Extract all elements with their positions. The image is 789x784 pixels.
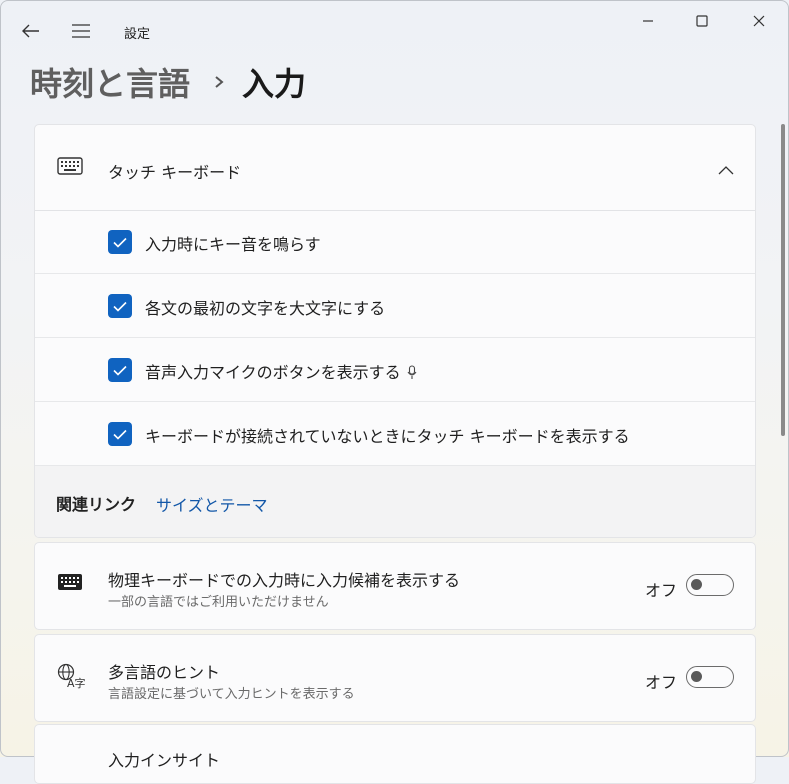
setting-title: 物理キーボードでの入力時に入力候補を表示する (108, 571, 461, 590)
size-and-theme-link[interactable]: サイズとテーマ (156, 492, 268, 516)
keyboard-icon (57, 573, 83, 595)
option-row[interactable]: 音声入力マイクのボタンを表示する (35, 338, 755, 402)
multilingual-toggle[interactable] (686, 666, 734, 688)
page-title: 入力 (242, 65, 307, 103)
touch-keyboard-title: タッチ キーボード (108, 163, 242, 182)
app-title: 設定 (124, 27, 151, 42)
setting-card-text-suggestions: 物理キーボードでの入力時に入力候補を表示する 一部の言語ではご利用いただけません… (34, 542, 756, 630)
hamburger-menu-icon (72, 23, 90, 42)
toggle-knob (691, 579, 702, 590)
related-links: 関連リンク サイズとテーマ (35, 466, 755, 537)
breadcrumb: 時刻と言語 入力 (30, 60, 306, 104)
setting-title: 入力インサイト (108, 751, 221, 770)
minimize-icon (642, 12, 654, 31)
toggle-state-label: オフ (645, 673, 678, 692)
minimize-button[interactable] (620, 6, 676, 36)
option-label: 入力時にキー音を鳴らす (145, 235, 321, 254)
option-row[interactable]: 入力時にキー音を鳴らす (35, 210, 755, 274)
maximize-button[interactable] (676, 6, 728, 36)
option-row[interactable]: 各文の最初の文字を大文字にする (35, 274, 755, 338)
title-bar: 設定 (0, 0, 789, 48)
close-icon (753, 12, 765, 31)
maximize-icon (696, 12, 708, 31)
related-links-title: 関連リンク (56, 495, 137, 514)
touch-keyboard-expander: タッチ キーボード 入力時にキー音を鳴らす 各文の最初の文字を大文字にする 音声… (34, 124, 756, 538)
checkbox-voice-mic[interactable] (108, 358, 132, 382)
toggle-state-label: オフ (645, 581, 678, 600)
checkbox-show-when-no-keyboard[interactable] (108, 422, 132, 446)
back-arrow-icon (22, 23, 40, 42)
setting-subtitle: 一部の言語ではご利用いただけません (108, 595, 329, 610)
chevron-up-icon[interactable] (718, 161, 734, 180)
toggle-knob (691, 671, 702, 682)
checkbox-key-sound[interactable] (108, 230, 132, 254)
setting-title: 多言語のヒント (108, 663, 221, 682)
setting-subtitle: 言語設定に基づいて入力ヒントを表示する (108, 687, 355, 702)
option-label: 音声入力マイクのボタンを表示する (145, 359, 417, 384)
breadcrumb-parent[interactable]: 時刻と言語 (30, 59, 190, 105)
scrollbar-thumb[interactable] (781, 124, 785, 436)
language-icon: A字 (57, 663, 86, 693)
touch-keyboard-header[interactable]: タッチ キーボード (35, 125, 755, 211)
chevron-right-icon (214, 75, 224, 89)
option-label: キーボードが接続されていないときにタッチ キーボードを表示する (145, 427, 630, 446)
navigation-menu-button[interactable] (64, 18, 98, 46)
keyboard-icon (57, 157, 83, 179)
option-row[interactable]: キーボードが接続されていないときにタッチ キーボードを表示する (35, 402, 755, 466)
setting-card-multilingual: A字 多言語のヒント 言語設定に基づいて入力ヒントを表示する オフ (34, 634, 756, 722)
checkbox-capitalize[interactable] (108, 294, 132, 318)
option-label: 各文の最初の文字を大文字にする (145, 299, 386, 318)
close-button[interactable] (733, 6, 785, 36)
svg-text:A字: A字 (67, 676, 85, 689)
microphone-icon (407, 365, 417, 384)
text-suggestions-toggle[interactable] (686, 574, 734, 596)
setting-card-typing-insights: 入力インサイト (34, 724, 756, 784)
back-button[interactable] (14, 18, 48, 46)
option-label-text: 音声入力マイクのボタンを表示する (145, 363, 401, 382)
